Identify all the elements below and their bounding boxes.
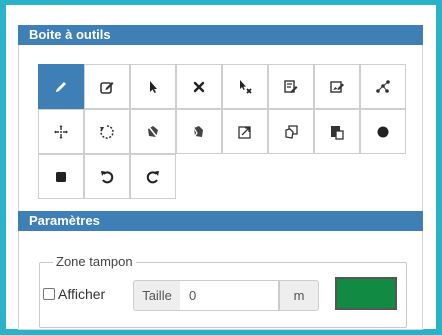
deselect-arrow-x-icon (240, 79, 252, 94)
params-header: Paramètres (18, 211, 423, 231)
rotate-button[interactable] (84, 109, 130, 154)
edit-feature-button[interactable] (84, 64, 130, 109)
merge-button[interactable] (176, 109, 222, 154)
edit-image-button[interactable] (314, 64, 360, 109)
size-label: Taille (133, 280, 181, 311)
buffer-color-picker[interactable] (335, 277, 397, 310)
rotate-icon (100, 124, 114, 139)
edit-image-icon (330, 80, 344, 93)
draw-pencil-button[interactable] (38, 64, 84, 109)
delete-x-icon (193, 81, 205, 92)
circle-filled-icon (377, 126, 389, 137)
move-arrows-icon (54, 124, 68, 139)
undo-button[interactable] (84, 154, 130, 199)
split-button[interactable] (130, 109, 176, 154)
select-arrow-icon (150, 80, 157, 93)
resize-button[interactable] (222, 109, 268, 154)
resize-icon (238, 125, 251, 139)
delete-button[interactable] (176, 64, 222, 109)
merge-shape-icon (193, 125, 203, 137)
redo-icon (146, 170, 159, 183)
draw-square-button[interactable] (38, 154, 84, 199)
buffer-size-input[interactable] (180, 280, 279, 311)
show-buffer-toggle[interactable]: Afficher (43, 286, 105, 302)
move-button[interactable] (38, 109, 84, 154)
deselect-button[interactable] (222, 64, 268, 109)
paste-button[interactable] (314, 109, 360, 154)
vertex-button[interactable] (360, 64, 406, 109)
pencil-icon (56, 81, 66, 92)
edit-square-icon (100, 81, 114, 94)
params-panel: Zone tampon Afficher Taille m (18, 231, 423, 330)
edit-attributes-button[interactable] (268, 64, 314, 109)
draw-circle-button[interactable] (360, 109, 406, 154)
buffer-fieldset: Zone tampon Afficher Taille m (39, 254, 407, 328)
select-button[interactable] (130, 64, 176, 109)
show-buffer-label: Afficher (58, 286, 106, 302)
duplicate-button[interactable] (268, 109, 314, 154)
square-filled-icon (56, 171, 66, 182)
paste-icon (331, 125, 344, 140)
vertex-share-icon (376, 79, 390, 93)
params-title: Paramètres (29, 213, 100, 228)
toolbox-header: Boite à outils (18, 25, 423, 45)
duplicate-icon (285, 124, 298, 139)
size-unit: m (279, 280, 319, 311)
redo-button[interactable] (130, 154, 176, 199)
edit-attributes-icon (284, 79, 298, 93)
undo-icon (101, 170, 114, 183)
toolbox-panel (18, 45, 423, 211)
toolbox-title: Boite à outils (29, 27, 111, 42)
buffer-legend: Zone tampon (53, 254, 136, 270)
split-shape-icon (148, 125, 158, 137)
show-buffer-checkbox[interactable] (43, 288, 55, 300)
